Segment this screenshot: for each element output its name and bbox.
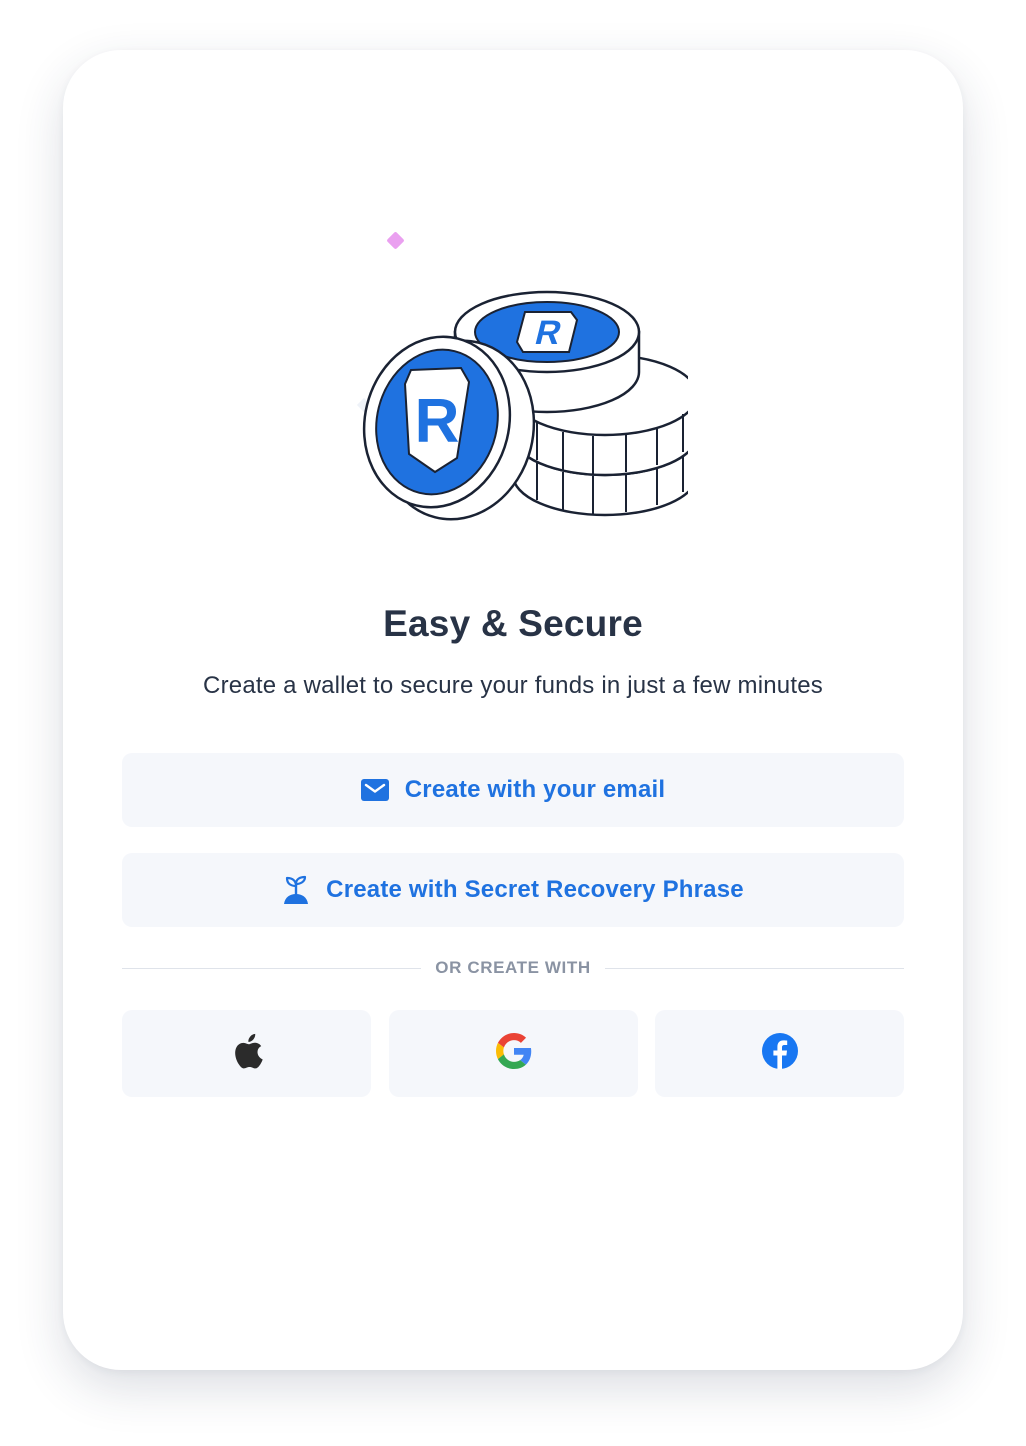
divider-line-left (122, 967, 422, 969)
page-title: Easy & Secure (383, 603, 643, 644)
divider-label: OR CREATE WITH (435, 958, 591, 977)
sprout-icon (282, 875, 310, 905)
create-with-recovery-phrase-button[interactable]: Create with Secret Recovery Phrase (122, 853, 904, 927)
divider-line-right (604, 967, 905, 969)
facebook-icon (761, 1032, 799, 1075)
svg-text:R: R (415, 387, 460, 456)
mail-icon (360, 779, 389, 801)
google-signin-button[interactable] (389, 1010, 638, 1097)
page-subtitle: Create a wallet to secure your funds in … (203, 672, 823, 699)
google-icon (495, 1033, 532, 1074)
onboarding-card: R R Easy & Secure Create a wallet to sec… (63, 50, 963, 1370)
apple-icon (231, 1032, 263, 1075)
create-with-recovery-phrase-label: Create with Secret Recovery Phrase (326, 876, 744, 903)
apple-signin-button[interactable] (122, 1010, 371, 1097)
facebook-signin-button[interactable] (655, 1010, 904, 1097)
sparkle-diamond (387, 232, 404, 249)
or-create-with-divider: OR CREATE WITH (122, 956, 905, 980)
coins-illustration: R R (356, 232, 688, 521)
create-with-email-button[interactable]: Create with your email (122, 753, 904, 827)
create-with-email-label: Create with your email (404, 776, 666, 803)
